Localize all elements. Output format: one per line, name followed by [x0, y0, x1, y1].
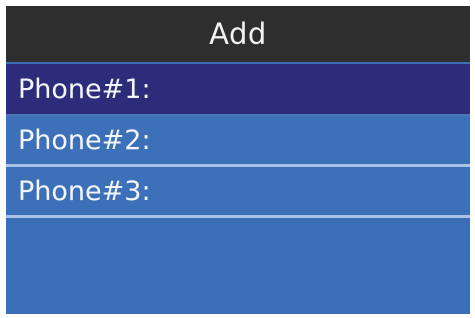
list-item-phone-3[interactable]: Phone#3: — [6, 167, 470, 215]
list-item-phone-2[interactable]: Phone#2: — [6, 116, 470, 164]
list-item-phone-1[interactable]: Phone#1: — [6, 64, 470, 114]
list-item-label: Phone#1: — [18, 73, 151, 105]
list-item-label: Phone#2: — [18, 124, 151, 156]
title-bar: Add — [6, 6, 470, 62]
divider — [6, 215, 470, 218]
list-item-label: Phone#3: — [18, 175, 151, 207]
phone-list: Phone#1: Phone#2: Phone#3: — [6, 64, 470, 218]
page-title: Add — [209, 17, 267, 51]
device-screen: Add Phone#1: Phone#2: Phone#3: — [6, 6, 470, 314]
